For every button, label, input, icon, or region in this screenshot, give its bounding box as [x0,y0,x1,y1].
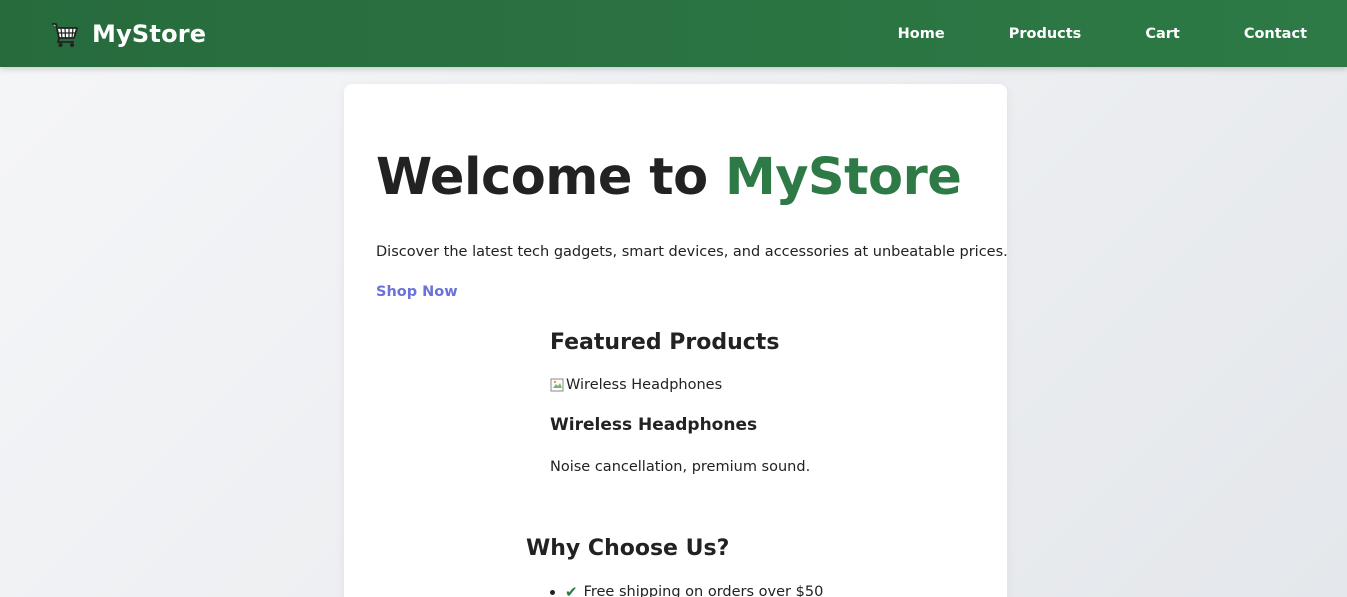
shopping-cart-icon [50,20,80,48]
featured-products-section: Featured Products Wireless Headphones Wi… [550,330,810,475]
product-description: Noise cancellation, premium sound. [550,459,811,475]
nav-links: Home Products Cart Contact [834,26,1307,42]
product-name: Wireless Headphones [550,415,758,435]
why-choose-us-section: Why Choose Us? ✔ Free shipping on orders… [526,536,823,597]
why-choose-us-heading: Why Choose Us? [526,536,730,561]
nav-link-cart[interactable]: Cart [1145,26,1180,42]
top-navbar: MyStore Home Products Cart Contact [0,0,1347,67]
content-card: Welcome to MyStore Discover the latest t… [344,84,1008,597]
hero-description: Discover the latest tech gadgets, smart … [376,244,1008,260]
product-image: Wireless Headphones [550,377,810,393]
list-item-text: Free shipping on orders over $50 [583,584,824,597]
check-icon: ✔ [565,583,578,597]
shop-now-link[interactable]: Shop Now [376,284,458,300]
broken-image-icon [550,377,564,393]
brand-name: MyStore [92,19,207,48]
hero-title: Welcome to MyStore [376,148,962,207]
product-image-alt: Wireless Headphones [566,377,723,393]
nav-link-products[interactable]: Products [1009,26,1082,42]
featured-products-heading: Featured Products [550,330,780,355]
bullet-icon [550,589,555,595]
hero-title-accent: MyStore [724,148,962,207]
why-choose-us-list: ✔ Free shipping on orders over $50 [526,583,823,597]
hero-title-prefix: Welcome to [376,148,725,207]
list-item: ✔ Free shipping on orders over $50 [550,583,823,597]
nav-link-home[interactable]: Home [898,26,945,42]
brand-logo-link[interactable]: MyStore [50,20,206,48]
nav-link-contact[interactable]: Contact [1244,26,1307,42]
